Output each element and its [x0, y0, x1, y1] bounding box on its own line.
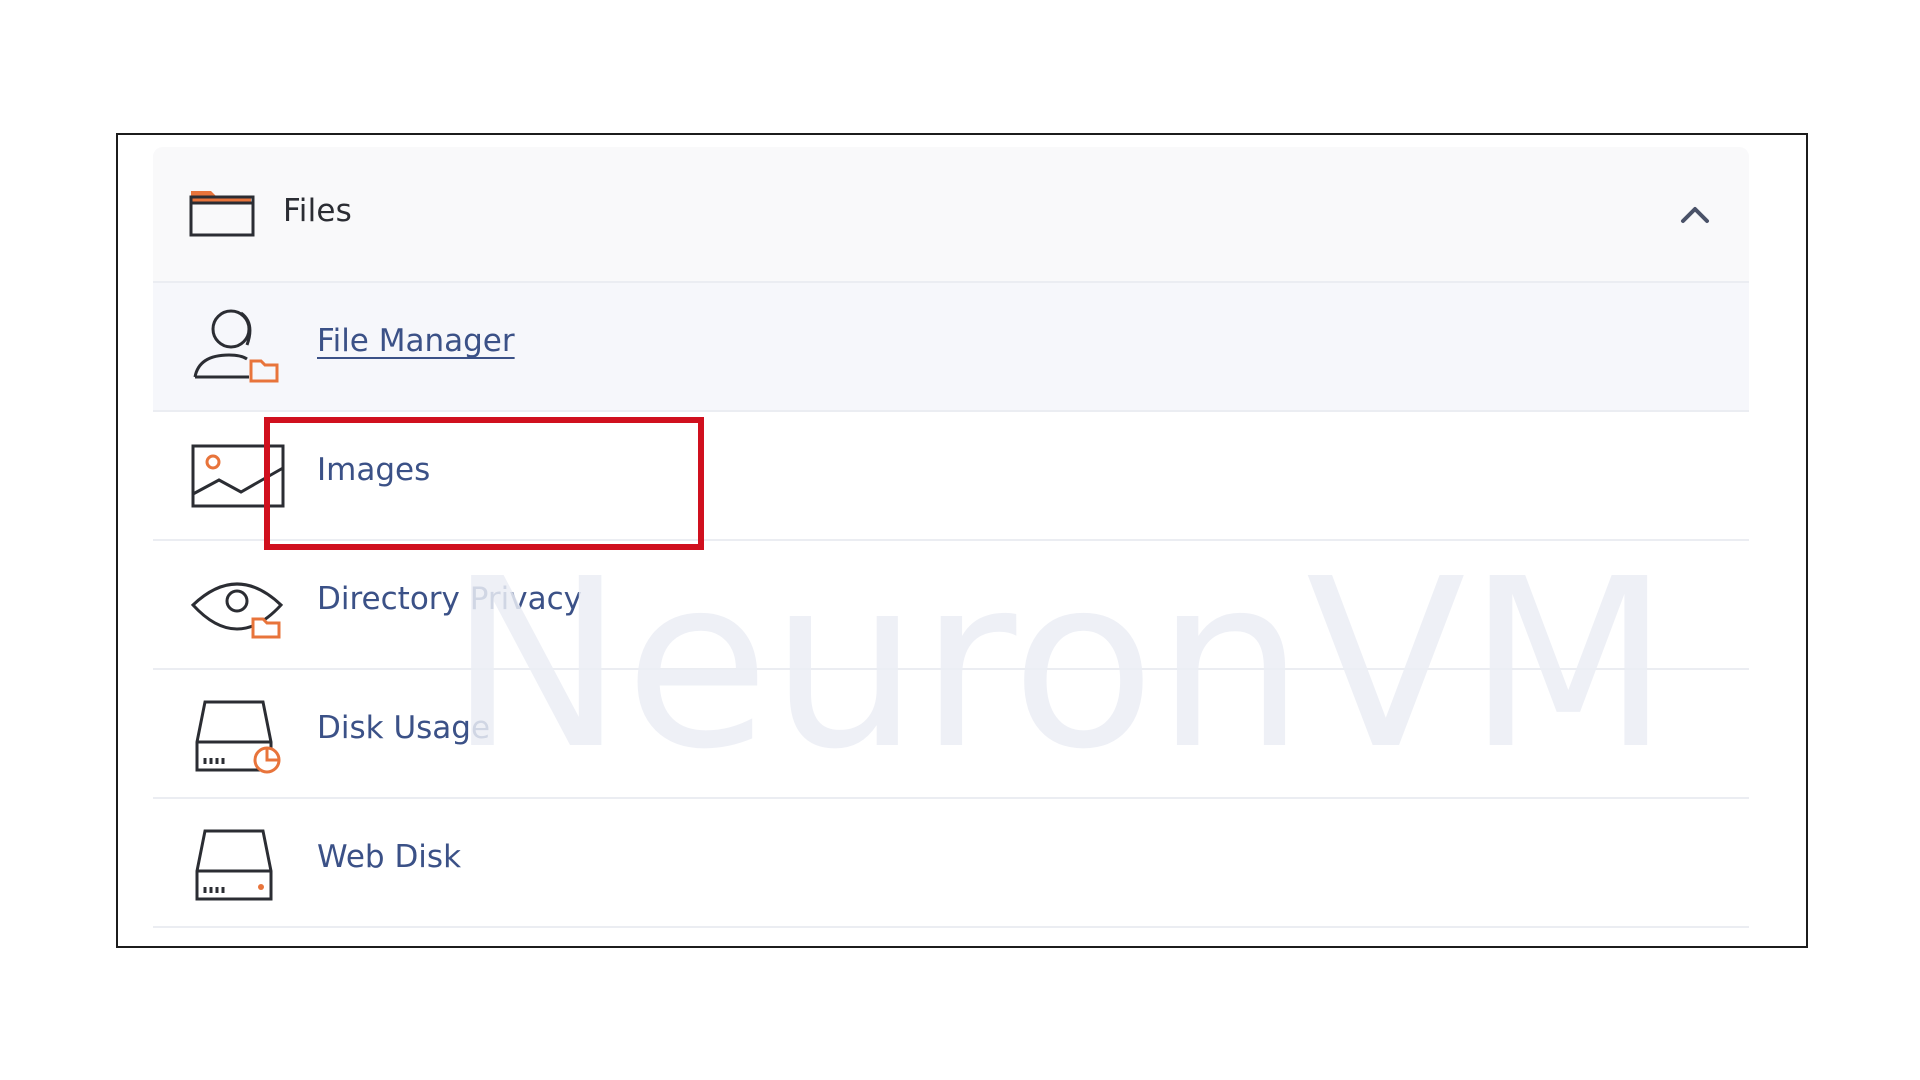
chevron-up-icon[interactable] — [1677, 199, 1713, 229]
web-disk-item[interactable]: Web Disk — [153, 799, 1749, 928]
folder-icon — [189, 191, 255, 237]
file-manager-icon — [193, 309, 279, 383]
disk-usage-link[interactable]: Disk Usage — [317, 710, 490, 746]
disk-usage-item[interactable]: Disk Usage — [153, 670, 1749, 799]
files-panel: Files File Manager Images Directory Priv… — [153, 147, 1749, 946]
web-disk-link[interactable]: Web Disk — [317, 839, 461, 875]
directory-privacy-link[interactable]: Directory Privacy — [317, 581, 582, 617]
screenshot-frame: Files File Manager Images Directory Priv… — [116, 133, 1808, 948]
directory-privacy-item[interactable]: Directory Privacy — [153, 541, 1749, 670]
file-manager-link[interactable]: File Manager — [317, 323, 515, 359]
image-icon — [191, 444, 285, 508]
files-panel-header[interactable]: Files — [153, 147, 1749, 283]
eye-folder-icon — [190, 582, 284, 639]
images-item[interactable]: Images — [153, 412, 1749, 541]
disk-usage-icon — [195, 700, 281, 774]
panel-title: Files — [283, 193, 353, 229]
list-item[interactable] — [153, 928, 1749, 946]
hard-drive-icon — [195, 829, 273, 901]
images-link[interactable]: Images — [317, 452, 430, 488]
file-manager-item[interactable]: File Manager — [153, 283, 1749, 412]
